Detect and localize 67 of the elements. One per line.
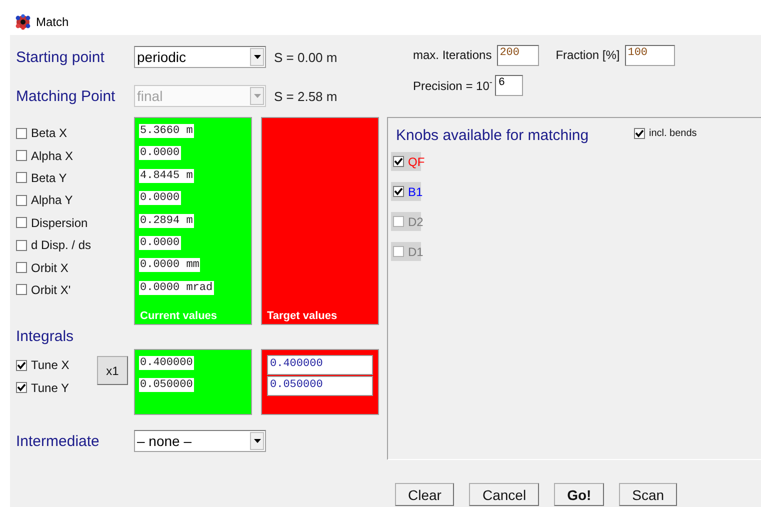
checkbox[interactable] [393, 186, 404, 197]
checkbox-label: Orbit X' [31, 282, 71, 297]
field-label: Matching Point [16, 88, 116, 104]
dialog-button[interactable]: Scan [619, 483, 678, 506]
dropdown-arrow-icon [254, 439, 260, 443]
panel-caption: Target values [266, 310, 338, 324]
input-field[interactable]: 6 [495, 74, 524, 96]
dropdown[interactable]: – none – [134, 430, 266, 452]
knob-item[interactable]: B1 [391, 182, 421, 201]
checkbox[interactable] [16, 172, 27, 184]
value-text: 0.0000 mm [139, 258, 200, 272]
value-text: 0.2894 m [139, 214, 194, 228]
checkbox-label: d Disp. / ds [31, 238, 92, 252]
checkbox-label: Tune Y [31, 380, 70, 395]
checkbox[interactable] [16, 150, 27, 162]
checkbox[interactable] [393, 156, 404, 167]
checkbox[interactable] [634, 128, 645, 139]
checkbox[interactable] [16, 128, 27, 139]
checkbox-label: Dispersion [31, 216, 88, 230]
knob-label: B1 [408, 184, 423, 198]
value-text: 0.0000 mrad [139, 280, 214, 295]
value-text: 4.8445 m [139, 168, 194, 183]
checkbox-label: incl. bends [649, 128, 697, 139]
panel-title: Knobs available for matching [396, 126, 590, 144]
panel-caption: Current values [139, 310, 218, 324]
checkbox[interactable] [16, 240, 27, 251]
checkbox[interactable] [16, 360, 27, 371]
field-label: Starting point [16, 48, 106, 66]
knob-label: D1 [408, 244, 424, 258]
field-label: Precision = 10$^{-}$ [413, 77, 492, 93]
checkbox[interactable] [16, 194, 27, 206]
input-field[interactable]: 0.050000 [267, 376, 373, 396]
dialog-button[interactable]: Clear [395, 483, 454, 506]
section-title: Integrals [16, 328, 75, 347]
dropdown-arrow-icon [254, 94, 260, 98]
input-field[interactable]: 200 [496, 44, 539, 66]
value-text: 0.0000 [139, 236, 181, 250]
value-text: 0.0000 [139, 146, 181, 160]
checkbox-label: Alpha X [31, 148, 74, 163]
field-label: max. Iterations [413, 48, 492, 62]
multiply-button[interactable]: x1 [97, 356, 128, 385]
knob-label: D2 [408, 214, 424, 228]
checkbox[interactable] [16, 284, 27, 296]
checkbox-label: Orbit X [31, 260, 68, 275]
field-label: Fraction [%] [556, 48, 620, 62]
value-text: 0.050000 [139, 378, 194, 392]
checkbox-label: Beta X [31, 126, 68, 140]
dialog-button[interactable]: Go! [554, 483, 604, 506]
dropdown-arrow-icon [254, 55, 260, 59]
dropdown[interactable]: periodic [134, 46, 266, 68]
field-label: Intermediate [16, 432, 100, 450]
app-icon [15, 14, 31, 30]
position-text: S = 2.58 m [274, 88, 338, 104]
dialog-button[interactable]: Cancel [469, 483, 540, 506]
position-text: S = 0.00 m [274, 50, 338, 64]
checkbox[interactable] [16, 217, 27, 228]
value-text: 0.400000 [139, 356, 194, 370]
checkbox-label: Tune X [31, 358, 70, 372]
checkbox[interactable] [16, 382, 27, 394]
checkbox-label: Alpha Y [31, 193, 73, 208]
value-text: 0.0000 [139, 191, 181, 206]
input-field[interactable]: 0.400000 [267, 355, 373, 375]
checkbox-label: Beta Y [31, 170, 67, 185]
checkbox[interactable] [16, 262, 27, 274]
window-title: Match [36, 14, 69, 28]
value-text: 5.3660 m [139, 124, 194, 138]
input-field[interactable]: 100 [624, 44, 675, 66]
